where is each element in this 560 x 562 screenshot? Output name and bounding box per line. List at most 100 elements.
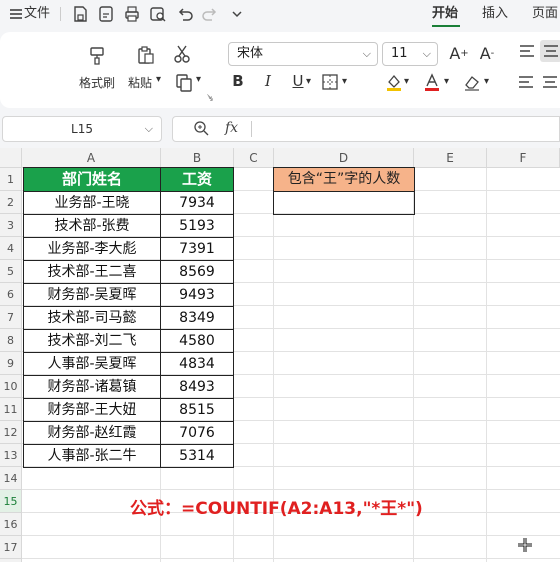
copy-dropdown-icon[interactable]: ▾ [196, 74, 201, 85]
row-header-4[interactable]: 4 [0, 237, 22, 260]
row-header-11[interactable]: 11 [0, 398, 22, 421]
count-result-cell[interactable] [274, 191, 414, 214]
cell-dept-name[interactable]: 技术部-刘二飞 [24, 329, 160, 352]
cell-salary[interactable]: 5193 [161, 214, 233, 237]
tab-insert[interactable]: 插入 [482, 4, 508, 24]
cell-dept-name[interactable]: 业务部-李大彪 [24, 237, 160, 260]
count-label-cell[interactable]: 包含“王”字的人数 [274, 168, 414, 191]
bold-button[interactable]: B [229, 72, 247, 90]
save-icon[interactable] [70, 4, 90, 24]
italic-button[interactable]: I [259, 72, 277, 90]
tab-home[interactable]: 开始 [432, 4, 458, 24]
zoom-search-icon[interactable] [193, 120, 209, 140]
column-header-a[interactable]: A [22, 148, 161, 168]
cell-dept-name[interactable]: 技术部-张费 [24, 214, 160, 237]
row-header-14[interactable]: 14 [0, 467, 22, 490]
column-header-c[interactable]: C [234, 148, 274, 168]
font-size-select[interactable]: 11 ⌵ [382, 42, 438, 66]
menu-bar: 文件 开始 插入 页面 [0, 0, 560, 28]
formula-input[interactable]: fx [172, 116, 560, 142]
column-header-b[interactable]: B [161, 148, 234, 168]
fill-color-dropdown-icon[interactable]: ▾ [404, 76, 409, 87]
cell-salary[interactable]: 8515 [161, 398, 233, 421]
fill-color-icon[interactable] [384, 72, 404, 92]
row-header-9[interactable]: 9 [0, 352, 22, 375]
row-header-7[interactable]: 7 [0, 306, 22, 329]
align-center-icon[interactable] [540, 72, 560, 92]
row-header-8[interactable]: 8 [0, 329, 22, 352]
align-top-icon[interactable] [516, 40, 538, 62]
name-box[interactable]: L15 ⌵ [2, 116, 162, 142]
paste-dropdown-icon[interactable]: ▾ [156, 74, 161, 85]
file-menu[interactable]: 文件 [24, 4, 50, 24]
print-icon[interactable] [122, 4, 142, 24]
row-header-10[interactable]: 10 [0, 375, 22, 398]
fx-icon[interactable]: fx [225, 120, 238, 136]
cell-dept-name[interactable]: 财务部-赵红霞 [24, 421, 160, 444]
cell-salary[interactable]: 7934 [161, 191, 233, 214]
font-launcher-icon[interactable]: ↘ [207, 94, 214, 103]
hamburger-menu-icon[interactable] [6, 4, 26, 24]
column-header-e[interactable]: E [414, 148, 487, 168]
gridline [22, 489, 560, 490]
border-dropdown-icon[interactable]: ▾ [342, 76, 347, 87]
cell-salary[interactable]: 8569 [161, 260, 233, 283]
cell-salary[interactable]: 7076 [161, 421, 233, 444]
row-header-3[interactable]: 3 [0, 214, 22, 237]
cell-dept-name[interactable]: 财务部-吴夏晖 [24, 283, 160, 306]
row-header-12[interactable]: 12 [0, 421, 22, 444]
cell-dept-name[interactable]: 财务部-诸葛镇 [24, 375, 160, 398]
cell-salary[interactable]: 4834 [161, 352, 233, 375]
cell-salary[interactable]: 7391 [161, 237, 233, 260]
cell-salary[interactable]: 8349 [161, 306, 233, 329]
format-painter-label[interactable]: 格式刷 [79, 74, 115, 91]
row-header-2[interactable]: 2 [0, 191, 22, 214]
redo-icon[interactable] [200, 4, 220, 24]
underline-dropdown-icon[interactable]: ▾ [306, 76, 311, 87]
row-header-13[interactable]: 13 [0, 444, 22, 467]
format-painter-icon[interactable] [84, 42, 110, 68]
cell-dept-name[interactable]: 人事部-张二牛 [24, 444, 160, 467]
cell-dept-name[interactable]: 技术部-王二喜 [24, 260, 160, 283]
select-all-corner[interactable] [0, 148, 22, 168]
clear-format-dropdown-icon[interactable]: ▾ [484, 76, 489, 87]
align-left-icon[interactable] [516, 72, 536, 92]
font-color-dropdown-icon[interactable]: ▾ [444, 76, 449, 87]
row-header-17[interactable]: 17 [0, 536, 22, 559]
quick-access-dropdown-icon[interactable] [227, 4, 247, 24]
cell-dept-name[interactable]: 技术部-司马懿 [24, 306, 160, 329]
undo-icon[interactable] [175, 4, 195, 24]
font-name-select[interactable]: 宋体 ⌵ [228, 42, 378, 66]
row-header-5[interactable]: 5 [0, 260, 22, 283]
column-header-d[interactable]: D [274, 148, 414, 168]
row-header-15[interactable]: 15 [0, 490, 22, 513]
cell-dept-name[interactable]: 财务部-王大妞 [24, 398, 160, 421]
clear-format-icon[interactable] [462, 72, 482, 92]
tab-page[interactable]: 页面 [532, 4, 558, 24]
paste-label[interactable]: 粘贴 [128, 74, 152, 91]
cut-icon[interactable] [170, 42, 194, 66]
column-header-f[interactable]: F [487, 148, 560, 168]
increase-font-size-icon[interactable]: A + [448, 42, 470, 64]
align-middle-icon[interactable] [540, 40, 560, 62]
paste-icon[interactable] [133, 42, 159, 68]
header-dept-name[interactable]: 部门姓名 [24, 168, 160, 191]
row-header-1[interactable]: 1 [0, 168, 22, 191]
row-header-6[interactable]: 6 [0, 283, 22, 306]
cell-salary[interactable]: 8493 [161, 375, 233, 398]
cell-salary[interactable]: 4580 [161, 329, 233, 352]
name-box-value: L15 [71, 122, 93, 136]
cell-dept-name[interactable]: 业务部-王晓 [24, 191, 160, 214]
print-preview-icon[interactable] [148, 4, 168, 24]
cell-salary[interactable]: 5314 [161, 444, 233, 467]
cell-dept-name[interactable]: 人事部-吴夏晖 [24, 352, 160, 375]
export-pdf-icon[interactable] [96, 4, 116, 24]
font-color-icon[interactable] [422, 72, 442, 92]
cell-salary[interactable]: 9493 [161, 283, 233, 306]
underline-button[interactable]: U [289, 72, 307, 90]
decrease-font-size-icon[interactable]: A- [476, 42, 498, 64]
row-header-16[interactable]: 16 [0, 513, 22, 536]
header-salary[interactable]: 工资 [161, 168, 233, 191]
copy-icon[interactable] [172, 70, 196, 94]
border-icon[interactable] [320, 72, 340, 92]
